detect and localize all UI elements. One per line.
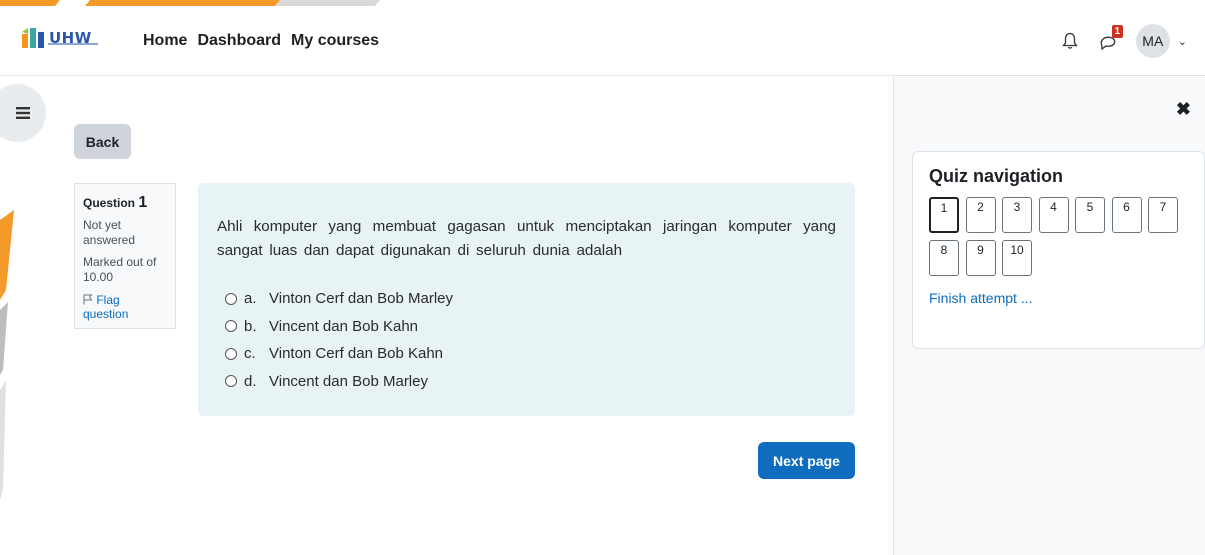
quiz-nav-question-5[interactable]: 5: [1075, 197, 1105, 233]
messages-button[interactable]: 1: [1096, 25, 1124, 55]
quiz-nav-question-10[interactable]: 10: [1002, 240, 1032, 276]
course-index-toggle[interactable]: [0, 84, 46, 142]
question-text: Ahli komputer yang membuat gagasan untuk…: [217, 218, 836, 259]
quiz-nav-question-8[interactable]: 8: [929, 240, 959, 276]
quiz-nav-question-9[interactable]: 9: [965, 240, 996, 276]
next-page-button[interactable]: Next page: [758, 442, 855, 479]
quiz-nav-question-2[interactable]: 2: [965, 197, 996, 233]
radio-button[interactable]: [225, 375, 237, 388]
user-menu-area: 1 MA ⌄: [1056, 24, 1187, 58]
quiz-nav-question-1[interactable]: 1: [929, 197, 959, 233]
radio-button[interactable]: [225, 320, 237, 333]
question-state: Not yet answered: [83, 218, 136, 247]
quiz-navigation-title: Quiz navigation: [929, 166, 1064, 186]
answer-letter: b.: [244, 317, 257, 335]
answer-text: Vinton Cerf dan Bob Kahn: [269, 345, 444, 363]
answer-text: Vincent dan Bob Marley: [269, 372, 428, 390]
logo-icon: [22, 28, 44, 48]
question-number-prefix: Question: [83, 196, 136, 210]
list-icon: [16, 107, 30, 119]
radio-button[interactable]: [225, 347, 237, 360]
notifications-button[interactable]: [1056, 27, 1084, 55]
question-grade: Marked out of 10.00: [83, 255, 157, 284]
primary-nav: Home Dashboard My courses: [143, 32, 379, 50]
answer-option-d[interactable]: d. Vincent dan Bob Marley: [217, 368, 836, 396]
answer-letter: c.: [244, 345, 256, 363]
question-number: Question 1: [83, 194, 167, 212]
answer-text: Vincent dan Bob Kahn: [269, 317, 419, 335]
avatar[interactable]: MA: [1135, 24, 1170, 58]
bell-icon: [1061, 32, 1078, 49]
top-navbar: UHW Home Dashboard My courses 1 MA ⌄: [0, 0, 1205, 76]
flag-icon: [83, 294, 93, 305]
finish-attempt-link[interactable]: Finish attempt ...: [929, 290, 1188, 306]
quiz-nav-question-3[interactable]: 3: [1002, 197, 1032, 233]
quiz-navigation-card: Quiz navigation 1 2 3 4 5 6 7 8 9 10 Fin…: [912, 151, 1205, 349]
answer-text: Vinton Cerf dan Bob Marley: [269, 290, 453, 308]
quiz-nav-question-6[interactable]: 6: [1111, 197, 1142, 233]
answer-letter: a.: [244, 290, 257, 308]
quiz-nav-question-4[interactable]: 4: [1038, 197, 1069, 233]
logo-underline: [48, 43, 98, 45]
answer-option-b[interactable]: b. Vincent dan Bob Kahn: [217, 313, 836, 341]
question-info-panel: Question 1 Not yet answered Marked out o…: [74, 183, 176, 329]
back-button[interactable]: Back: [74, 124, 131, 159]
answer-option-a[interactable]: a. Vinton Cerf dan Bob Marley: [217, 285, 836, 313]
close-icon[interactable]: ✖: [1176, 99, 1191, 120]
answer-letter: d.: [244, 372, 257, 390]
radio-button[interactable]: [225, 292, 237, 305]
site-logo[interactable]: UHW: [20, 26, 98, 50]
answer-option-c[interactable]: c. Vinton Cerf dan Bob Kahn: [217, 340, 836, 368]
nav-home[interactable]: Home: [143, 32, 187, 50]
quiz-navigation-drawer: ✖ Quiz navigation 1 2 3 4 5 6 7 8 9 10 F…: [893, 77, 1205, 555]
flag-question-link[interactable]: Flag question: [83, 293, 167, 321]
message-count-badge: 1: [1111, 25, 1123, 38]
quiz-nav-question-7[interactable]: 7: [1148, 197, 1178, 233]
question-number-value: 1: [138, 194, 148, 211]
chevron-down-icon[interactable]: ⌄: [1178, 35, 1187, 48]
nav-my-courses[interactable]: My courses: [291, 32, 379, 50]
nav-dashboard[interactable]: Dashboard: [197, 32, 281, 50]
answer-options: a. Vinton Cerf dan Bob Marley b. Vincent…: [217, 285, 836, 395]
question-content: Ahli komputer yang membuat gagasan untuk…: [198, 183, 855, 416]
decorative-ribbon-left: [0, 210, 14, 500]
question-button-grid: 1 2 3 4 5 6 7 8 9 10: [929, 197, 1179, 276]
